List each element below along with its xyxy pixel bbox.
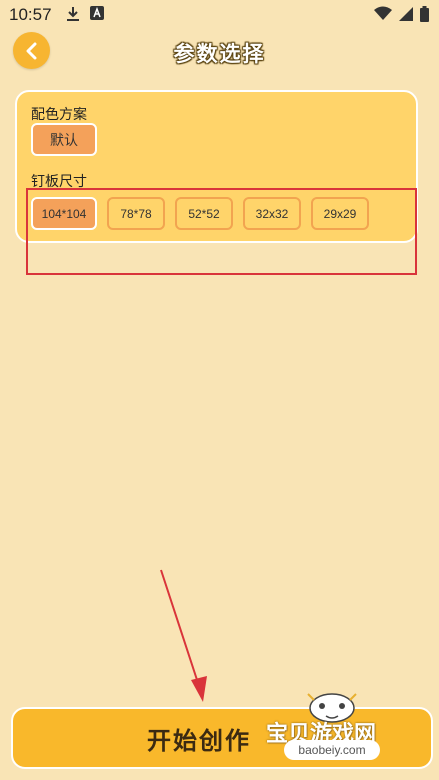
page-title: 参数选择 [173, 42, 266, 66]
download-icon [67, 7, 79, 21]
watermark-url: baobeiy.com [284, 740, 380, 760]
start-create-label: 开始创作 [147, 726, 251, 755]
wifi-icon [374, 6, 392, 20]
annotation-arrow-icon [160, 569, 207, 702]
app-notification-icon [90, 6, 104, 20]
status-bar: 10:57 [0, 0, 439, 30]
status-time: 10:57 [9, 5, 52, 24]
battery-icon [420, 6, 429, 22]
color-scheme-label: 配色方案 [31, 107, 87, 123]
color-scheme-option-default[interactable]: 默认 [31, 123, 97, 156]
annotation-highlight-box [26, 188, 417, 275]
watermark: 宝贝游戏网 baobeiy.com [262, 686, 439, 780]
signal-icon [399, 7, 413, 21]
